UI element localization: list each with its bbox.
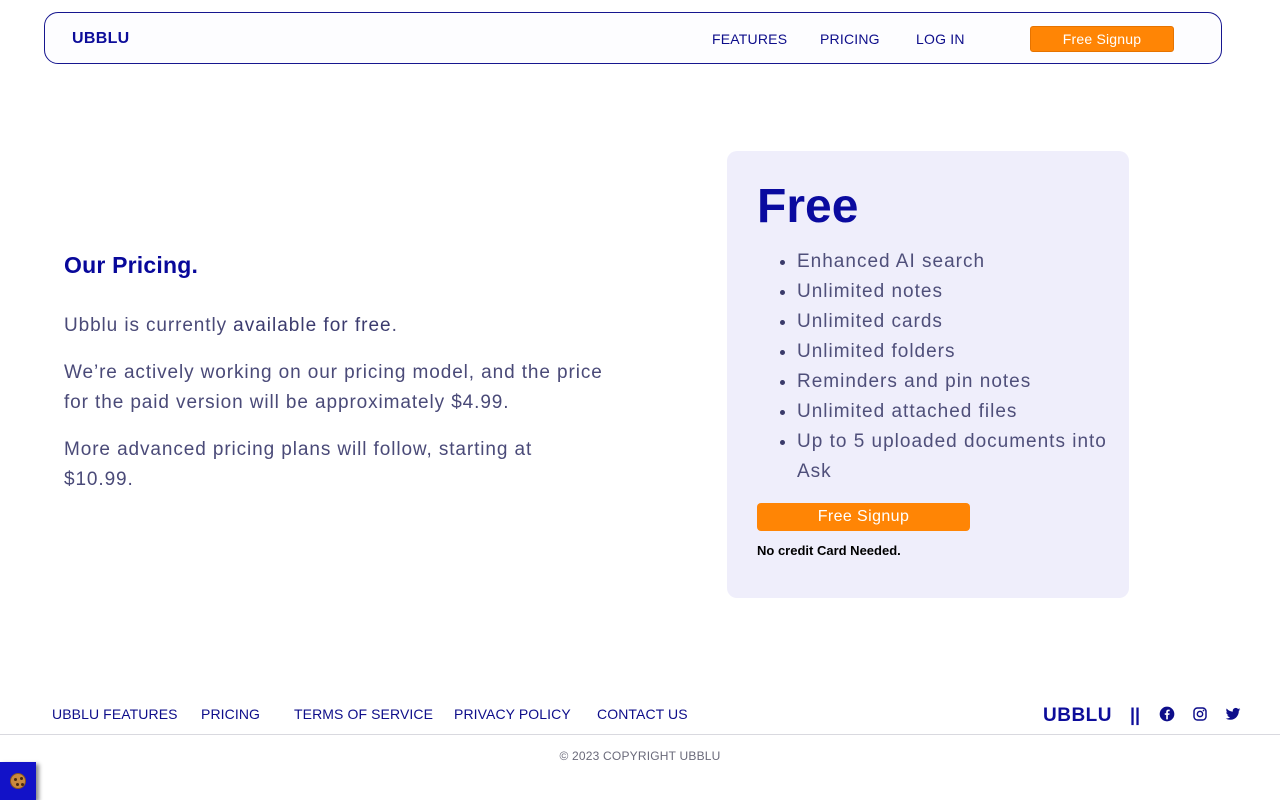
footer-link-pricing[interactable]: PRICING <box>201 706 260 722</box>
instagram-icon[interactable] <box>1192 706 1208 722</box>
footer-separator: || <box>1130 705 1141 725</box>
nav-link-pricing[interactable]: PRICING <box>820 31 880 47</box>
free-plan-card: Free Enhanced AI search Unlimited notes … <box>727 151 1129 598</box>
facebook-icon[interactable] <box>1159 706 1175 722</box>
cookie-icon <box>10 773 26 789</box>
intro-text: Ubblu is currently <box>64 315 234 336</box>
plan-feature: Unlimited notes <box>797 277 1117 307</box>
cookie-settings-button[interactable] <box>0 762 36 800</box>
plan-title: Free <box>757 180 859 233</box>
top-navbar: UBBLU FEATURES PRICING LOG IN Free Signu… <box>44 12 1222 64</box>
pricing-intro: Our Pricing. Ubblu is currently availabl… <box>64 252 604 512</box>
twitter-icon[interactable] <box>1225 706 1241 722</box>
plan-feature: Unlimited cards <box>797 307 1117 337</box>
footer-link-contact[interactable]: CONTACT US <box>597 706 688 722</box>
intro-highlight: available for free <box>233 315 392 336</box>
plan-feature: Unlimited folders <box>797 337 1117 367</box>
plan-features-list: Enhanced AI search Unlimited notes Unlim… <box>797 247 1117 487</box>
nav-link-features[interactable]: FEATURES <box>712 31 787 47</box>
footer-link-terms[interactable]: TERMS OF SERVICE <box>294 706 433 722</box>
page-title: Our Pricing. <box>64 252 199 278</box>
footer-divider <box>0 734 1280 735</box>
intro-paragraph-advanced-plans: More advanced pricing plans will follow,… <box>64 439 533 490</box>
plan-feature: Reminders and pin notes <box>797 367 1117 397</box>
plan-free-signup-button[interactable]: Free Signup <box>757 503 970 531</box>
intro-paragraph-paid-version: We’re actively working on our pricing mo… <box>64 362 603 413</box>
footer-link-features[interactable]: UBBLU FEATURES <box>52 706 178 722</box>
footer-brand-logo[interactable]: UBBLU <box>1043 705 1112 727</box>
nav-link-login[interactable]: LOG IN <box>916 31 965 47</box>
intro-paragraph-availability: Ubblu is currently available for free. <box>64 311 604 341</box>
no-credit-card-note: No credit Card Needed. <box>757 543 901 558</box>
plan-feature: Unlimited attached files <box>797 397 1117 427</box>
intro-text-suffix: . <box>391 315 398 336</box>
plan-feature: Enhanced AI search <box>797 247 1117 277</box>
brand-logo[interactable]: UBBLU <box>72 30 130 48</box>
footer-link-privacy[interactable]: PRIVACY POLICY <box>454 706 571 722</box>
copyright-text: © 2023 COPYRIGHT UBBLU <box>559 749 721 763</box>
nav-free-signup-button[interactable]: Free Signup <box>1030 26 1174 52</box>
plan-feature: Up to 5 uploaded documents into Ask <box>797 427 1117 487</box>
